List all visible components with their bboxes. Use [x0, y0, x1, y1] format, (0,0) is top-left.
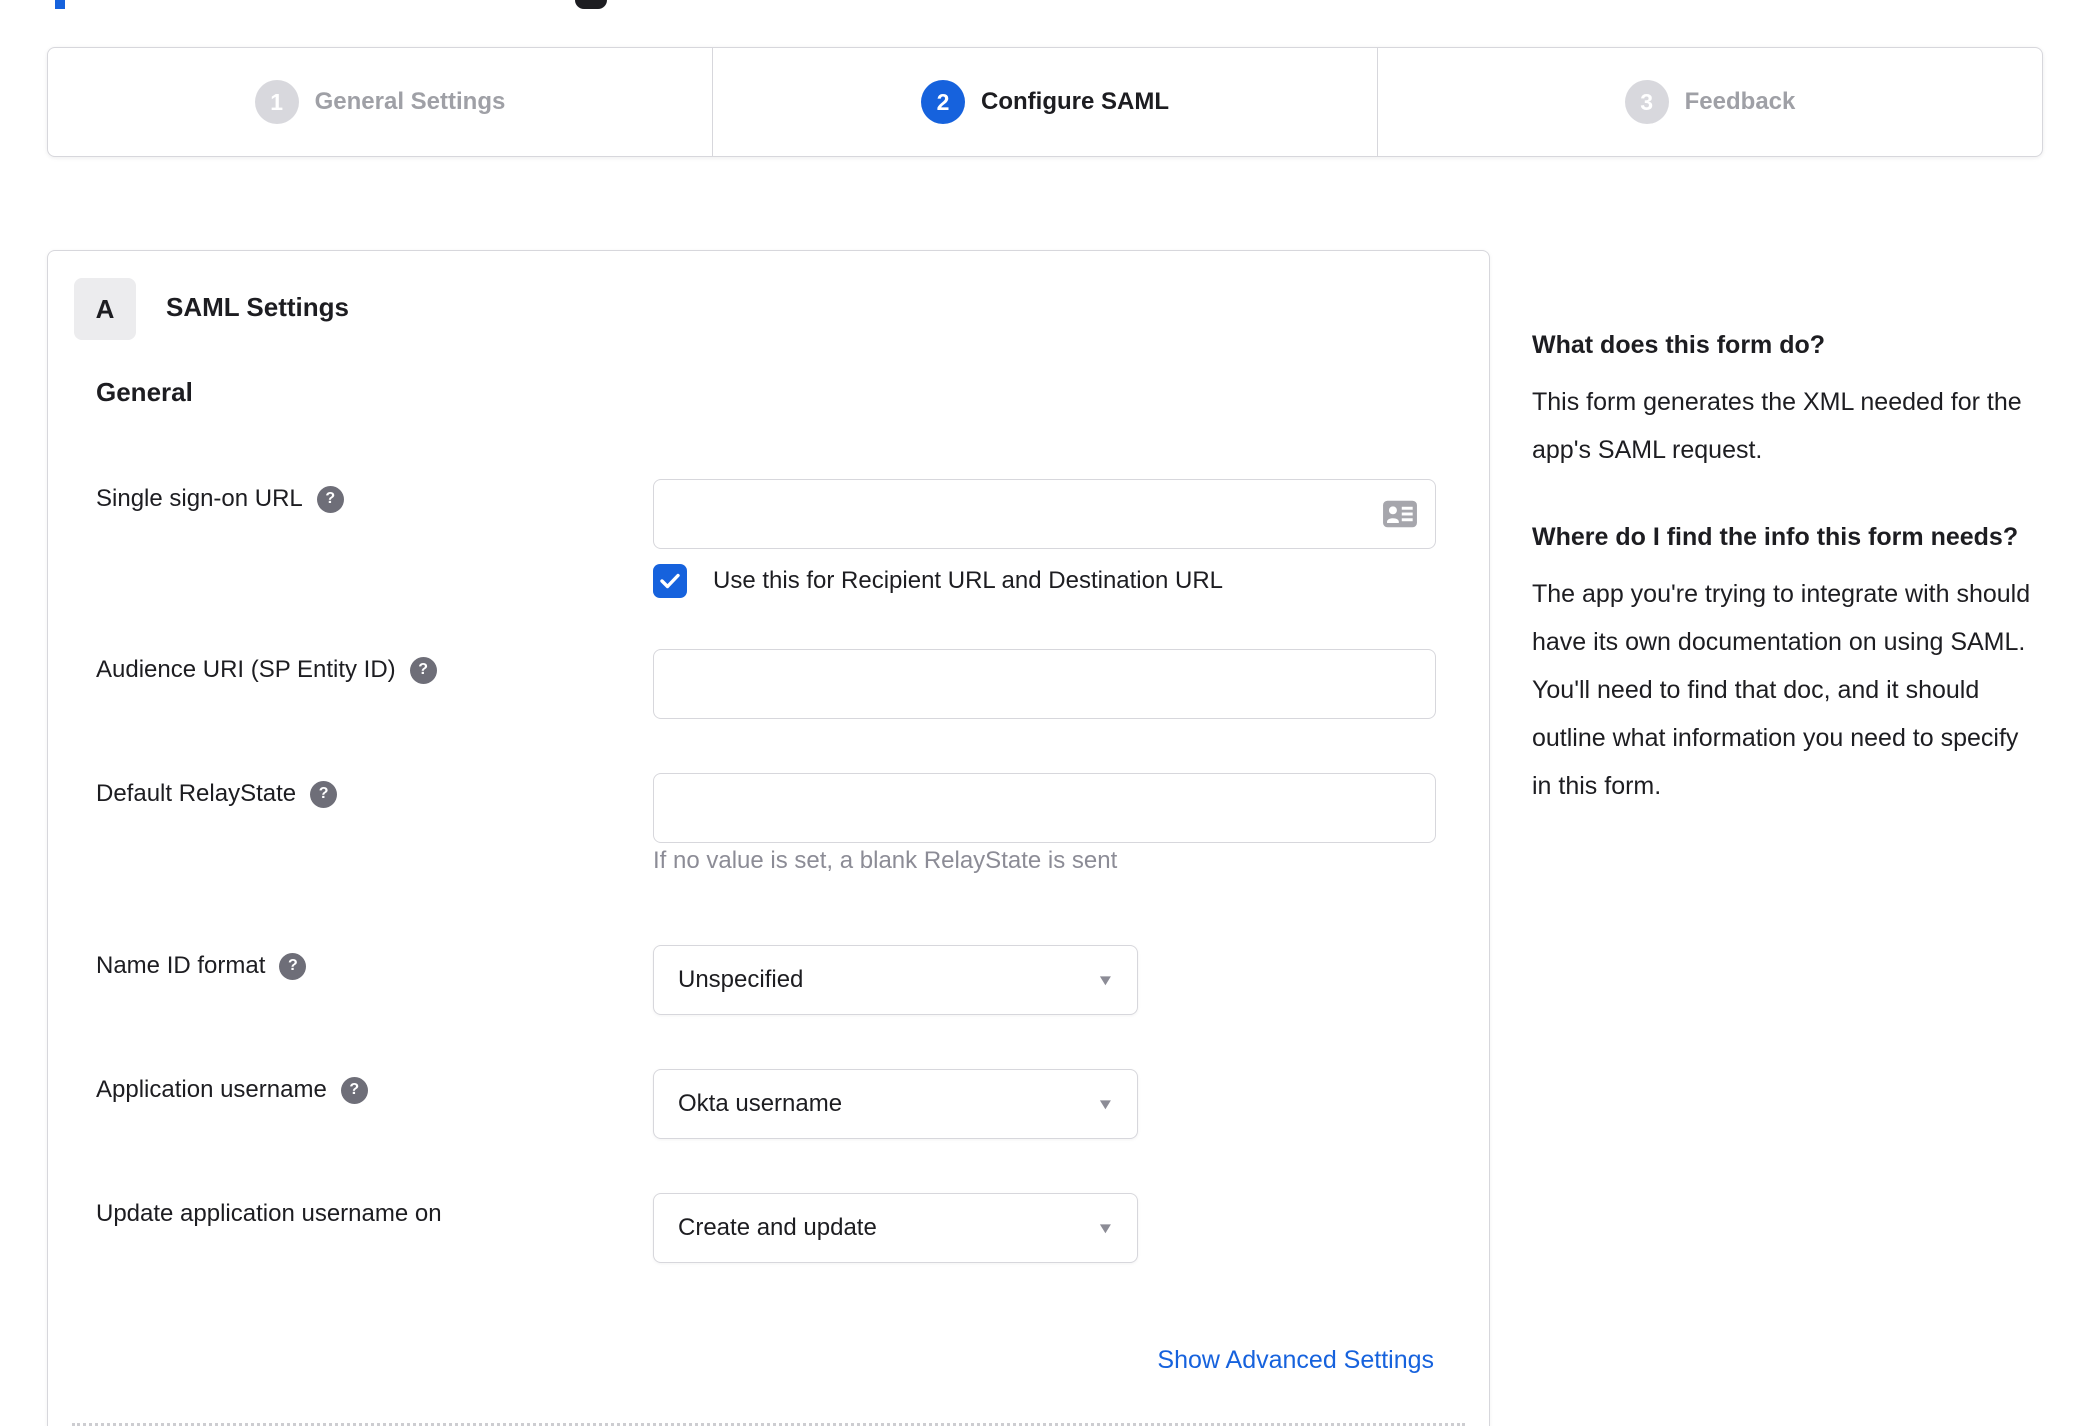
update-application-username-label-text: Update application username on [96, 1200, 442, 1227]
general-heading: General [96, 377, 193, 407]
relay-state-input[interactable] [653, 773, 1436, 843]
application-username-select[interactable]: Okta username ▼ [653, 1069, 1138, 1139]
help-icon[interactable]: ? [279, 952, 307, 980]
recipient-url-checkbox[interactable] [653, 564, 687, 598]
application-username-value: Okta username [678, 1090, 843, 1117]
audience-uri-label: Audience URI (SP Entity ID) ? [96, 655, 437, 685]
help-heading-what: What does this form do? [1532, 331, 1826, 359]
sso-url-label: Single sign-on URL ? [96, 484, 344, 514]
help-icon[interactable]: ? [310, 780, 338, 808]
chevron-down-icon: ▼ [1096, 971, 1115, 989]
relay-state-hint: If no value is set, a blank RelayState i… [653, 847, 1118, 874]
help-icon[interactable]: ? [409, 656, 437, 684]
sso-url-input[interactable] [653, 479, 1436, 549]
name-id-format-label-text: Name ID format [96, 952, 266, 979]
step-label: Configure SAML [981, 88, 1169, 115]
name-id-format-label: Name ID format ? [96, 951, 307, 981]
application-username-label-text: Application username [96, 1076, 327, 1103]
audience-uri-input[interactable] [653, 649, 1436, 719]
relay-state-label: Default RelayState ? [96, 779, 338, 809]
update-application-username-value: Create and update [678, 1214, 877, 1241]
cutoff-blue-fragment [55, 0, 65, 9]
saml-configuration-page: 1 General Settings 2 Configure SAML 3 Fe… [0, 0, 2092, 1426]
help-body-where: The app you're trying to integrate with … [1532, 580, 2031, 800]
step-label: General Settings [314, 88, 506, 115]
step-number-badge: 1 [254, 80, 299, 124]
recipient-url-checkbox-row: Use this for Recipient URL and Destinati… [653, 564, 1223, 598]
relay-state-label-text: Default RelayState [96, 780, 297, 807]
application-username-label: Application username ? [96, 1075, 368, 1105]
sso-url-input-wrap [653, 479, 1436, 549]
step-label: Feedback [1684, 88, 1796, 115]
update-application-username-label: Update application username on [96, 1199, 442, 1229]
cutoff-icon-fragment [575, 0, 607, 9]
step-number-badge: 2 [921, 80, 965, 124]
audience-uri-label-text: Audience URI (SP Entity ID) [96, 656, 396, 683]
show-advanced-settings-link[interactable]: Show Advanced Settings [1157, 1346, 1434, 1375]
step-general-settings[interactable]: 1 General Settings [48, 48, 712, 156]
wizard-stepper: 1 General Settings 2 Configure SAML 3 Fe… [47, 47, 2043, 157]
step-number-badge: 3 [1624, 80, 1669, 124]
section-a-badge: A [74, 278, 136, 340]
update-application-username-select[interactable]: Create and update ▼ [653, 1193, 1138, 1263]
name-id-format-select[interactable]: Unspecified ▼ [653, 945, 1138, 1015]
step-feedback[interactable]: 3 Feedback [1377, 48, 2042, 156]
help-sidebar: What does this form do? This form genera… [1532, 322, 2037, 850]
section-title: SAML Settings [166, 292, 349, 322]
chevron-down-icon: ▼ [1096, 1095, 1115, 1113]
step-configure-saml[interactable]: 2 Configure SAML [712, 48, 1377, 156]
sso-url-label-text: Single sign-on URL [96, 485, 303, 512]
saml-settings-panel: A SAML Settings General Single sign-on U… [47, 250, 1490, 1426]
chevron-down-icon: ▼ [1096, 1219, 1115, 1237]
help-icon[interactable]: ? [340, 1076, 368, 1104]
help-icon[interactable]: ? [316, 485, 344, 513]
help-heading-where: Where do I find the info this form needs… [1532, 523, 2019, 551]
help-body-what: This form generates the XML needed for t… [1532, 388, 2022, 464]
recipient-url-checkbox-label: Use this for Recipient URL and Destinati… [713, 567, 1224, 594]
name-id-format-value: Unspecified [678, 966, 804, 993]
